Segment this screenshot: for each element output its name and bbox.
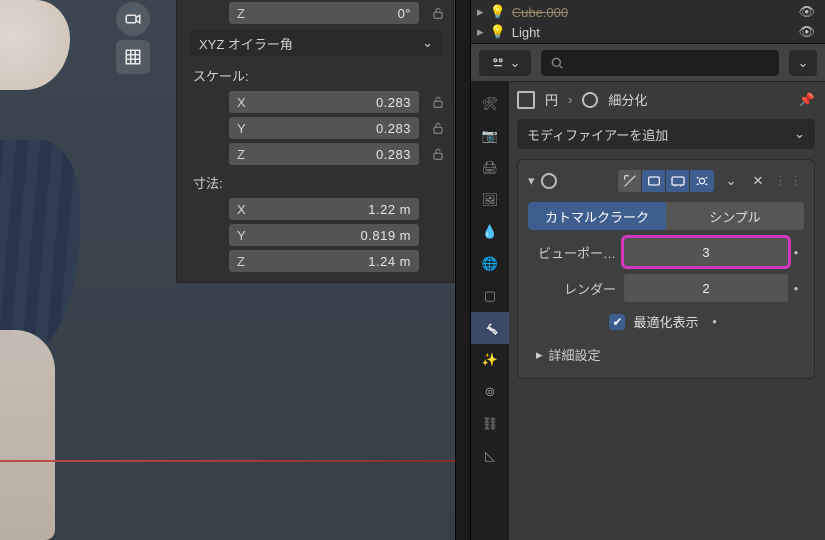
axis-x-line [0,460,455,462]
subdiv-type-tabs: カトマルクラーク シンプル [528,202,804,230]
display-realtime-toggle[interactable] [642,170,666,192]
anim-dot[interactable]: • [707,314,723,329]
modifier-display-toggles [618,170,714,192]
outliner-item[interactable]: ▸ 💡 Light 👁 [477,22,819,42]
tab-data[interactable]: ◺ [471,440,509,472]
tab-render[interactable]: 📷 [471,120,509,152]
breadcrumb-object[interactable]: 円 [545,90,558,109]
display-render-toggle[interactable] [666,170,690,192]
breadcrumb-modifier[interactable]: 細分化 [608,90,647,109]
dimensions-header: 寸法: [177,167,453,196]
scale-header: スケール: [177,60,453,89]
viewport-3d[interactable]: Z 0° XYZ オイラー角 ⌄ スケール: X 0.283 [0,0,455,540]
rotation-mode-label: XYZ オイラー角 [199,34,293,53]
axis-label: Z [229,6,259,21]
rotation-mode-dropdown[interactable]: XYZ オイラー角 ⌄ [189,30,443,56]
disclosure-icon: ▸ [536,347,543,363]
camera-to-view-button[interactable] [116,2,150,36]
chevron-right-icon: › [568,92,572,107]
optimal-display-checkbox[interactable]: ✔ [609,314,625,330]
lock-icon[interactable] [423,120,453,136]
disclosure-icon[interactable]: ▾ [528,173,535,189]
drag-handle-icon[interactable]: ⋮⋮ [774,173,804,189]
transform-panel: Z 0° XYZ オイラー角 ⌄ スケール: X 0.283 [176,0,454,283]
display-edit-toggle[interactable] [618,170,642,192]
scale-y-field[interactable]: Y 0.283 [229,117,419,139]
tab-world[interactable]: 🌐 [471,248,509,280]
subdivision-modifier-panel: ▾ [517,159,815,379]
disclosure-icon[interactable]: ▸ [477,24,484,40]
tab-viewlayer[interactable]: 🖼 [471,184,509,216]
rotation-z-field[interactable]: Z 0° [229,2,419,24]
dim-x-field[interactable]: X 1.22 m [229,198,419,220]
tab-modifiers[interactable] [471,312,509,344]
wrench-icon [481,319,499,337]
breadcrumb: 円 › 細分化 📌 [517,90,815,109]
lamp-icon: 💡 [490,4,506,20]
tab-object[interactable]: ▢ [471,280,509,312]
options-dropdown[interactable]: ⌄ [789,50,817,76]
viewport-mesh-preview [0,0,90,540]
tab-tool[interactable]: 🛠 [471,88,509,120]
advanced-settings-toggle[interactable]: ▸ 詳細設定 [528,345,804,364]
properties-search[interactable] [541,50,779,76]
pin-icon[interactable]: 📌 [799,92,815,108]
properties-header: ⌄ ⌄ [471,44,825,82]
search-icon [549,55,565,71]
object-icon [517,91,535,109]
tab-physics[interactable]: ⊚ [471,376,509,408]
lamp-icon: 💡 [490,24,506,40]
subdiv-icon [541,173,557,189]
viewport-levels-field: ビューポー… 3 • [528,238,804,266]
properties-tab-column: 🛠 📷 🖨 🖼 💧 🌐 ▢ ✨ ⊚ ⛓ ◺ [471,82,509,540]
tab-particles[interactable]: ✨ [471,344,509,376]
scale-z-field[interactable]: Z 0.283 [229,143,419,165]
tab-constraints[interactable]: ⛓ [471,408,509,440]
display-cage-toggle[interactable] [690,170,714,192]
area-divider[interactable] [455,0,471,540]
scale-x-field[interactable]: X 0.283 [229,91,419,113]
chevron-down-icon: ⌄ [794,126,805,142]
lock-icon[interactable] [423,5,453,21]
modifier-menu-dropdown[interactable]: ⌄ [720,173,742,189]
outliner-item[interactable]: ▸ 💡 Cube.000 👁 [477,2,819,22]
chevron-down-icon: ⌄ [422,35,433,51]
editor-type-dropdown[interactable]: ⌄ [479,50,531,76]
tab-scene[interactable]: 💧 [471,216,509,248]
dim-z-field[interactable]: Z 1.24 m [229,250,419,272]
right-area: ▸ 💡 Cube.000 👁 ▸ 💡 Light 👁 ⌄ ⌄ 🛠 📷 🖨 🖼 [471,0,825,540]
lock-icon[interactable] [423,94,453,110]
viewport-gizmo-buttons [116,2,150,74]
tab-output[interactable]: 🖨 [471,152,509,184]
modifier-icon [582,92,598,108]
tab-catmull-clark[interactable]: カトマルクラーク [528,202,666,230]
rotation-z-row: Z 0° [177,0,453,26]
disclosure-icon[interactable]: ▸ [477,4,484,20]
dim-y-field[interactable]: Y 0.819 m [229,224,419,246]
visibility-icon[interactable]: 👁 [798,4,819,20]
optimal-display-row: ✔ 最適化表示 • [528,312,804,331]
tab-simple[interactable]: シンプル [666,202,804,230]
toggle-grid-button[interactable] [116,40,150,74]
rotation-z-value: 0° [259,6,419,21]
modifier-properties: 円 › 細分化 📌 モディファイアーを追加 ⌄ ▾ [509,82,825,540]
anim-dot[interactable]: • [788,281,804,296]
anim-dot[interactable]: • [788,245,804,260]
render-levels-field: レンダー 2 • [528,274,804,302]
lock-icon[interactable] [423,146,453,162]
chevron-down-icon: ⌄ [510,55,521,71]
visibility-icon[interactable]: 👁 [798,24,819,40]
remove-modifier-button[interactable]: ✕ [748,173,768,189]
add-modifier-dropdown[interactable]: モディファイアーを追加 ⌄ [517,119,815,149]
viewport-levels-input[interactable]: 3 [624,238,788,266]
render-levels-input[interactable]: 2 [624,274,788,302]
outliner[interactable]: ▸ 💡 Cube.000 👁 ▸ 💡 Light 👁 [471,0,825,44]
